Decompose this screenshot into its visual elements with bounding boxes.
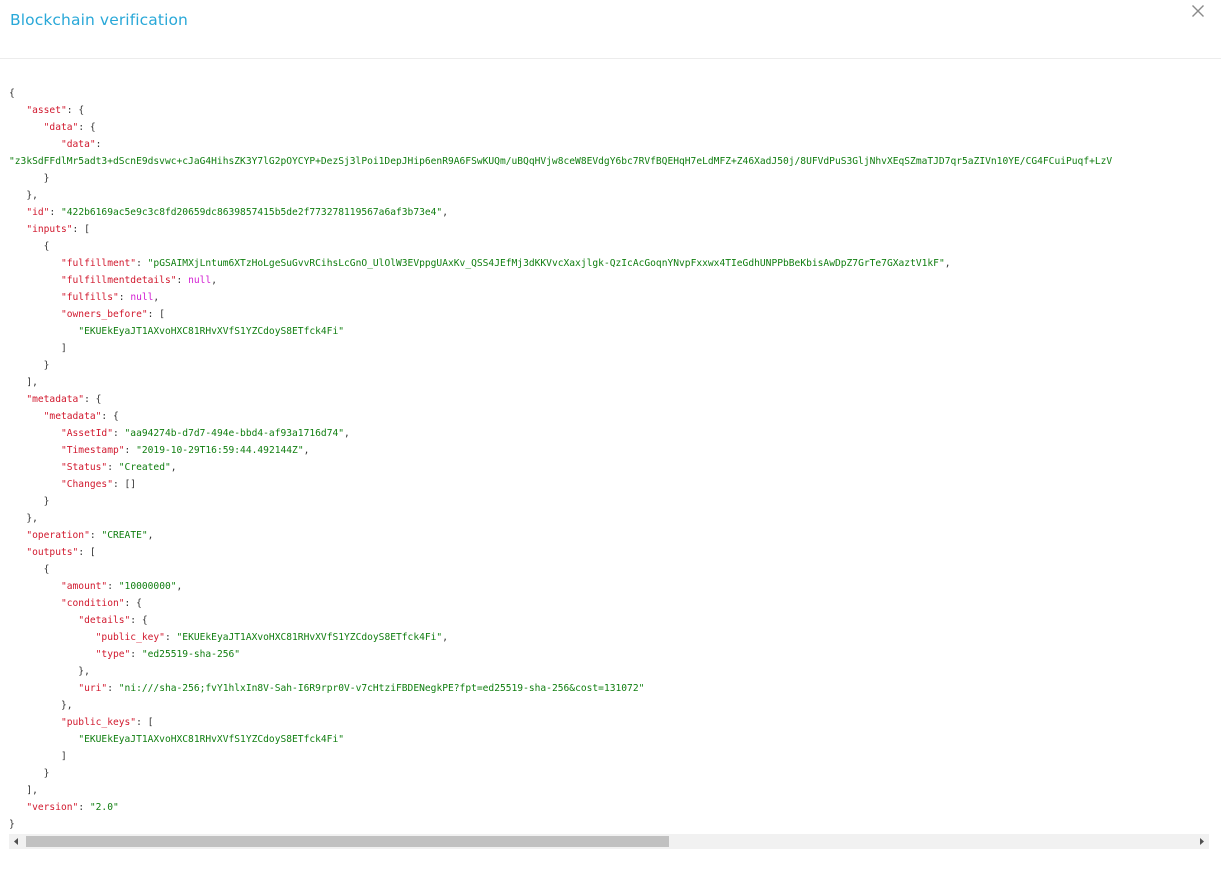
json-line: "Status": "Created", [60, 462, 177, 473]
horizontal-scrollbar[interactable] [9, 834, 1209, 849]
json-line: "details": { [78, 615, 148, 626]
json-line: "asset": { [26, 105, 85, 116]
json-line: "Timestamp": "2019-10-29T16:59:44.492144… [60, 445, 310, 456]
json-line: } [9, 819, 15, 830]
json-line: ], [9, 785, 38, 796]
close-icon[interactable] [1191, 4, 1207, 20]
json-line: "outputs": [ [26, 547, 96, 558]
json-line: "Changes": [] [60, 479, 137, 490]
json-line: "data": [60, 139, 102, 150]
json-line: "id": "422b6169ac5e9c3c8fd20659dc8639857… [26, 207, 448, 218]
json-line: "data": { [43, 122, 96, 133]
json-line: "public_key": "EKUEkEyaJT1AXvoHXC81RHvXV… [95, 632, 448, 643]
json-line: { [9, 564, 50, 575]
json-line: }, [9, 666, 90, 677]
json-line: "condition": { [60, 598, 142, 609]
dialog-header: Blockchain verification [0, 0, 1221, 59]
json-line: "EKUEkEyaJT1AXvoHXC81RHvXVfS1YZCdoyS8ETf… [78, 734, 345, 745]
json-line: "metadata": { [43, 411, 119, 422]
json-line: { [9, 88, 15, 99]
json-viewer: { "asset": { "data": { "data": "z3kSdFFd… [9, 85, 1209, 830]
json-line: } [9, 768, 50, 779]
json-line: "uri": "ni:///sha-256;fvY1hlxIn8V-Sah-I6… [78, 683, 645, 694]
json-line: "type": "ed25519-sha-256" [95, 649, 241, 660]
json-line: "fulfillment": "pGSAIMXjLntum6XTzHoLgeSu… [60, 258, 951, 269]
json-line: "public_keys": [ [60, 717, 154, 728]
json-line: { [9, 241, 50, 252]
triangle-left-icon[interactable] [9, 834, 23, 849]
json-line: }, [9, 513, 38, 524]
json-line: "owners_before": [ [60, 309, 165, 320]
json-line: "amount": "10000000", [60, 581, 183, 592]
json-line: "inputs": [ [26, 224, 90, 235]
json-line: "fulfillmentdetails": null, [60, 275, 217, 286]
scrollbar-thumb[interactable] [26, 836, 669, 847]
json-line: ], [9, 377, 38, 388]
json-line: } [9, 173, 50, 184]
json-line: "metadata": { [26, 394, 102, 405]
json-line: } [9, 496, 50, 507]
triangle-right-icon[interactable] [1195, 834, 1209, 849]
json-line: }, [9, 700, 73, 711]
dialog-title: Blockchain verification [10, 11, 188, 29]
json-line: "version": "2.0" [26, 802, 119, 813]
json-line: ] [9, 751, 67, 762]
json-line: "EKUEkEyaJT1AXvoHXC81RHvXVfS1YZCdoyS8ETf… [78, 326, 345, 337]
json-line: "z3kSdFFdlMr5adt3+dScnE9dsvwc+cJaG4HihsZ… [9, 156, 1113, 167]
json-line: "operation": "CREATE", [26, 530, 154, 541]
json-line: } [9, 360, 50, 371]
json-line: "AssetId": "aa94274b-d7d7-494e-bbd4-af93… [60, 428, 350, 439]
json-line: "fulfills": null, [60, 292, 160, 303]
json-line: }, [9, 190, 38, 201]
json-line: ] [9, 343, 67, 354]
